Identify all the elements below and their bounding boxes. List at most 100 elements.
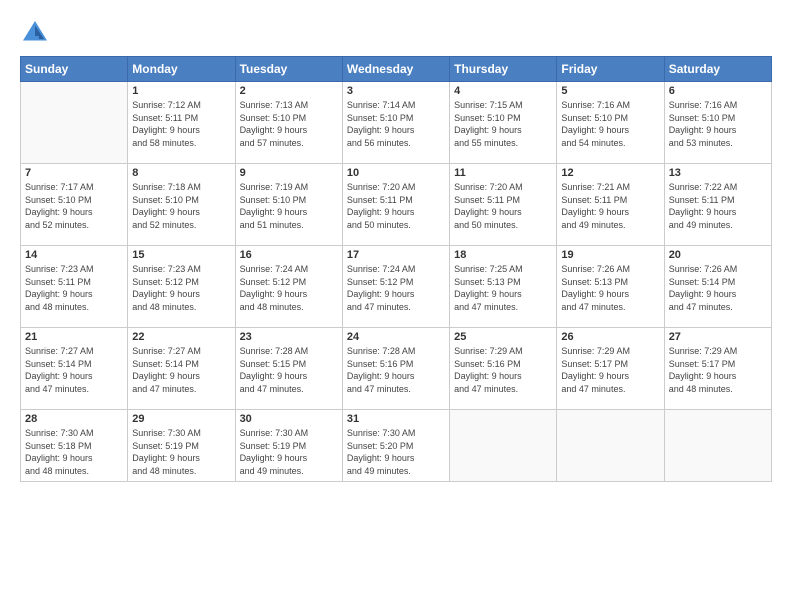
calendar-cell: 17Sunrise: 7:24 AM Sunset: 5:12 PM Dayli… (342, 246, 449, 328)
calendar-cell: 28 Sunrise: 7:30 AM Sunset: 5:18 PM Dayli… (21, 410, 128, 482)
logo (20, 18, 54, 48)
day-info: Sunrise: 7:23 AM Sunset: 5:12 PM Dayligh… (132, 263, 230, 313)
day-header-saturday: Saturday (664, 57, 771, 82)
page: SundayMondayTuesdayWednesdayThursdayFrid… (0, 0, 792, 612)
week-row-3: 14 Sunrise: 7:23 AM Sunset: 5:11 PM Dayli… (21, 246, 772, 328)
day-number: 18 (454, 249, 552, 261)
calendar-cell: 13 Sunrise: 7:22 AM Sunset: 5:11 PM Dayli… (664, 164, 771, 246)
day-number: 27 (669, 331, 767, 343)
calendar-header-row: SundayMondayTuesdayWednesdayThursdayFrid… (21, 57, 772, 82)
day-number: 30 (240, 413, 338, 425)
day-info: Sunrise: 7:13 AM Sunset: 5:10 PM Dayligh… (240, 99, 338, 149)
day-number: 19 (561, 249, 659, 261)
day-number: 31 (347, 413, 445, 425)
day-number: 5 (561, 85, 659, 97)
calendar-cell: 7 Sunrise: 7:17 AM Sunset: 5:10 PM Daylig… (21, 164, 128, 246)
calendar-cell: 12Sunrise: 7:21 AM Sunset: 5:11 PM Dayli… (557, 164, 664, 246)
calendar-cell: 27 Sunrise: 7:29 AM Sunset: 5:17 PM Dayli… (664, 328, 771, 410)
day-info: Sunrise: 7:28 AM Sunset: 5:15 PM Dayligh… (240, 345, 338, 395)
day-info: Sunrise: 7:18 AM Sunset: 5:10 PM Dayligh… (132, 181, 230, 231)
calendar-cell (557, 410, 664, 482)
day-header-friday: Friday (557, 57, 664, 82)
day-info: Sunrise: 7:26 AM Sunset: 5:14 PM Dayligh… (669, 263, 767, 313)
day-number: 2 (240, 85, 338, 97)
day-number: 26 (561, 331, 659, 343)
week-row-2: 7 Sunrise: 7:17 AM Sunset: 5:10 PM Daylig… (21, 164, 772, 246)
day-info: Sunrise: 7:16 AM Sunset: 5:10 PM Dayligh… (561, 99, 659, 149)
calendar-cell (21, 82, 128, 164)
calendar-cell (664, 410, 771, 482)
day-info: Sunrise: 7:27 AM Sunset: 5:14 PM Dayligh… (25, 345, 123, 395)
day-number: 25 (454, 331, 552, 343)
day-number: 22 (132, 331, 230, 343)
day-info: Sunrise: 7:27 AM Sunset: 5:14 PM Dayligh… (132, 345, 230, 395)
day-number: 20 (669, 249, 767, 261)
day-info: Sunrise: 7:21 AM Sunset: 5:11 PM Dayligh… (561, 181, 659, 231)
day-number: 16 (240, 249, 338, 261)
day-number: 28 (25, 413, 123, 425)
day-header-wednesday: Wednesday (342, 57, 449, 82)
day-number: 23 (240, 331, 338, 343)
day-number: 15 (132, 249, 230, 261)
calendar-cell: 8 Sunrise: 7:18 AM Sunset: 5:10 PM Daylig… (128, 164, 235, 246)
day-info: Sunrise: 7:29 AM Sunset: 5:17 PM Dayligh… (669, 345, 767, 395)
day-info: Sunrise: 7:30 AM Sunset: 5:19 PM Dayligh… (132, 427, 230, 477)
day-number: 9 (240, 167, 338, 179)
calendar-cell: 20 Sunrise: 7:26 AM Sunset: 5:14 PM Dayli… (664, 246, 771, 328)
day-info: Sunrise: 7:30 AM Sunset: 5:18 PM Dayligh… (25, 427, 123, 477)
calendar-cell: 23 Sunrise: 7:28 AM Sunset: 5:15 PM Dayli… (235, 328, 342, 410)
day-info: Sunrise: 7:29 AM Sunset: 5:17 PM Dayligh… (561, 345, 659, 395)
calendar-cell: 25 Sunrise: 7:29 AM Sunset: 5:16 PM Dayli… (450, 328, 557, 410)
header (20, 18, 772, 48)
calendar-cell: 26 Sunrise: 7:29 AM Sunset: 5:17 PM Dayli… (557, 328, 664, 410)
day-number: 8 (132, 167, 230, 179)
day-info: Sunrise: 7:26 AM Sunset: 5:13 PM Dayligh… (561, 263, 659, 313)
day-info: Sunrise: 7:15 AM Sunset: 5:10 PM Dayligh… (454, 99, 552, 149)
calendar-cell: 31 Sunrise: 7:30 AM Sunset: 5:20 PM Dayli… (342, 410, 449, 482)
calendar-cell: 22 Sunrise: 7:27 AM Sunset: 5:14 PM Dayli… (128, 328, 235, 410)
calendar-cell: 9 Sunrise: 7:19 AM Sunset: 5:10 PM Daylig… (235, 164, 342, 246)
day-number: 6 (669, 85, 767, 97)
day-number: 3 (347, 85, 445, 97)
day-info: Sunrise: 7:30 AM Sunset: 5:20 PM Dayligh… (347, 427, 445, 477)
logo-icon (20, 18, 50, 48)
calendar-cell: 21 Sunrise: 7:27 AM Sunset: 5:14 PM Dayli… (21, 328, 128, 410)
day-number: 14 (25, 249, 123, 261)
day-info: Sunrise: 7:23 AM Sunset: 5:11 PM Dayligh… (25, 263, 123, 313)
calendar-cell: 15 Sunrise: 7:23 AM Sunset: 5:12 PM Dayli… (128, 246, 235, 328)
day-info: Sunrise: 7:25 AM Sunset: 5:13 PM Dayligh… (454, 263, 552, 313)
day-info: Sunrise: 7:22 AM Sunset: 5:11 PM Dayligh… (669, 181, 767, 231)
calendar-cell: 29Sunrise: 7:30 AM Sunset: 5:19 PM Dayli… (128, 410, 235, 482)
day-info: Sunrise: 7:17 AM Sunset: 5:10 PM Dayligh… (25, 181, 123, 231)
day-info: Sunrise: 7:12 AM Sunset: 5:11 PM Dayligh… (132, 99, 230, 149)
calendar: SundayMondayTuesdayWednesdayThursdayFrid… (20, 56, 772, 482)
day-info: Sunrise: 7:28 AM Sunset: 5:16 PM Dayligh… (347, 345, 445, 395)
day-number: 11 (454, 167, 552, 179)
calendar-cell: 14 Sunrise: 7:23 AM Sunset: 5:11 PM Dayli… (21, 246, 128, 328)
calendar-cell: 19 Sunrise: 7:26 AM Sunset: 5:13 PM Dayli… (557, 246, 664, 328)
calendar-cell (450, 410, 557, 482)
day-number: 13 (669, 167, 767, 179)
day-number: 21 (25, 331, 123, 343)
day-info: Sunrise: 7:29 AM Sunset: 5:16 PM Dayligh… (454, 345, 552, 395)
week-row-1: 1Sunrise: 7:12 AM Sunset: 5:11 PM Daylig… (21, 82, 772, 164)
calendar-cell: 4Sunrise: 7:15 AM Sunset: 5:10 PM Daylig… (450, 82, 557, 164)
day-header-thursday: Thursday (450, 57, 557, 82)
calendar-cell: 6 Sunrise: 7:16 AM Sunset: 5:10 PM Daylig… (664, 82, 771, 164)
day-info: Sunrise: 7:16 AM Sunset: 5:10 PM Dayligh… (669, 99, 767, 149)
day-info: Sunrise: 7:20 AM Sunset: 5:11 PM Dayligh… (347, 181, 445, 231)
calendar-cell: 11 Sunrise: 7:20 AM Sunset: 5:11 PM Dayli… (450, 164, 557, 246)
calendar-cell: 18 Sunrise: 7:25 AM Sunset: 5:13 PM Dayli… (450, 246, 557, 328)
day-info: Sunrise: 7:14 AM Sunset: 5:10 PM Dayligh… (347, 99, 445, 149)
day-header-monday: Monday (128, 57, 235, 82)
calendar-cell: 30Sunrise: 7:30 AM Sunset: 5:19 PM Dayli… (235, 410, 342, 482)
day-header-tuesday: Tuesday (235, 57, 342, 82)
day-header-sunday: Sunday (21, 57, 128, 82)
week-row-5: 28 Sunrise: 7:30 AM Sunset: 5:18 PM Dayli… (21, 410, 772, 482)
calendar-cell: 3 Sunrise: 7:14 AM Sunset: 5:10 PM Daylig… (342, 82, 449, 164)
calendar-cell: 2 Sunrise: 7:13 AM Sunset: 5:10 PM Daylig… (235, 82, 342, 164)
day-info: Sunrise: 7:19 AM Sunset: 5:10 PM Dayligh… (240, 181, 338, 231)
calendar-cell: 16Sunrise: 7:24 AM Sunset: 5:12 PM Dayli… (235, 246, 342, 328)
day-info: Sunrise: 7:20 AM Sunset: 5:11 PM Dayligh… (454, 181, 552, 231)
day-number: 7 (25, 167, 123, 179)
